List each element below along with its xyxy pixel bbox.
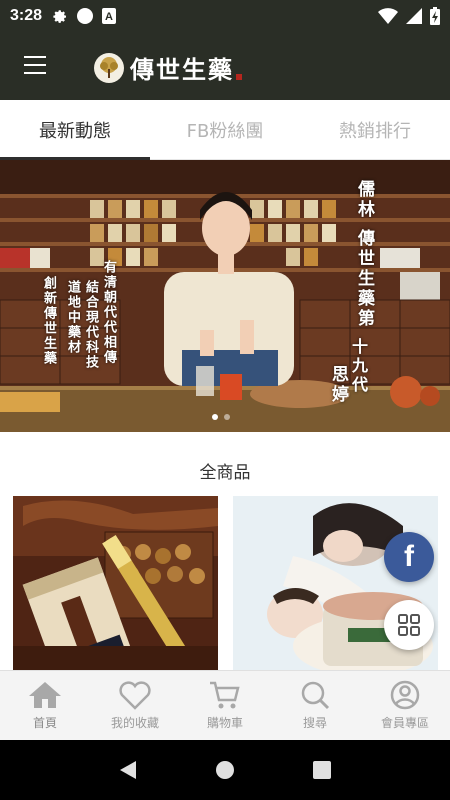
system-navigation-bar xyxy=(0,740,450,800)
heart-icon xyxy=(119,681,151,710)
banner-text-herbs: 道地中藥材 xyxy=(65,280,80,355)
nav-label: 搜尋 xyxy=(302,716,327,730)
nav-label: 購物車 xyxy=(206,716,243,730)
home-circle-icon[interactable] xyxy=(214,759,236,781)
battery-charging-icon xyxy=(430,7,440,25)
promo-banner[interactable]: 儒林 傳世生藥第 十九代 思婷 有清朝代代相傳 結合現代科技 道地中藥材 創新傳… xyxy=(0,160,450,432)
tab-bar: 最新動態 FB粉絲團 熱銷排行 xyxy=(0,100,450,160)
tree-logo-icon xyxy=(94,52,124,83)
carousel-dot[interactable] xyxy=(212,414,218,420)
home-icon xyxy=(29,682,61,708)
section-title-all-products: 全商品 xyxy=(199,463,251,483)
status-bar: 3:28 A xyxy=(0,0,450,32)
facebook-icon: f xyxy=(404,540,414,573)
search-icon xyxy=(301,681,330,710)
product-card-herbal-essence[interactable] xyxy=(13,496,218,670)
brand-logo[interactable]: 傳世生藥 xyxy=(94,50,242,85)
carousel-dot[interactable] xyxy=(224,414,230,420)
bottom-navigation: 首頁 我的收藏 購物車 搜尋 會員專區 xyxy=(0,670,450,740)
circle-icon xyxy=(76,7,94,25)
cart-icon xyxy=(210,681,240,709)
svg-text:A: A xyxy=(105,11,113,23)
recents-icon[interactable] xyxy=(312,760,332,780)
settings-icon xyxy=(50,7,68,25)
tab-latest-news[interactable]: 最新動態 xyxy=(0,100,150,160)
nav-member[interactable]: 會員專區 xyxy=(360,671,450,740)
banner-text-technology: 結合現代科技 xyxy=(83,280,98,370)
tab-fb-fan-page[interactable]: FB粉絲團 xyxy=(150,100,300,159)
carousel-indicators xyxy=(212,414,230,420)
banner-text-heritage: 有清朝代代相傳 xyxy=(101,260,116,365)
hamburger-menu-icon[interactable] xyxy=(24,56,46,74)
product-image-herbal-essence xyxy=(13,496,218,670)
wifi-icon xyxy=(378,8,398,24)
logo-seal xyxy=(236,73,242,80)
a-box-icon: A xyxy=(102,8,117,24)
nav-label: 會員專區 xyxy=(380,716,429,730)
nav-label: 我的收藏 xyxy=(110,716,159,730)
logo-text: 傳世生藥 xyxy=(130,55,234,84)
back-icon[interactable] xyxy=(118,759,138,781)
user-icon xyxy=(390,680,420,710)
grid-icon xyxy=(398,614,420,636)
nav-home[interactable]: 首頁 xyxy=(0,671,90,740)
nav-search[interactable]: 搜尋 xyxy=(270,671,360,740)
banner-text-lineage: 儒林 傳世生藥第 xyxy=(354,180,374,329)
banner-text-name: 思婷 xyxy=(328,365,348,405)
app-bar: 傳世生藥 xyxy=(0,32,450,100)
nav-cart[interactable]: 購物車 xyxy=(180,671,270,740)
grid-menu-button[interactable] xyxy=(384,600,434,650)
status-time: 3:28 xyxy=(10,7,43,24)
nav-label: 首頁 xyxy=(32,716,57,730)
facebook-button[interactable]: f xyxy=(384,532,434,582)
tab-best-sellers[interactable]: 熱銷排行 xyxy=(300,100,450,159)
banner-text-innovation: 創新傳世生藥 xyxy=(41,276,56,366)
signal-icon xyxy=(406,8,422,24)
nav-favorites[interactable]: 我的收藏 xyxy=(90,671,180,740)
